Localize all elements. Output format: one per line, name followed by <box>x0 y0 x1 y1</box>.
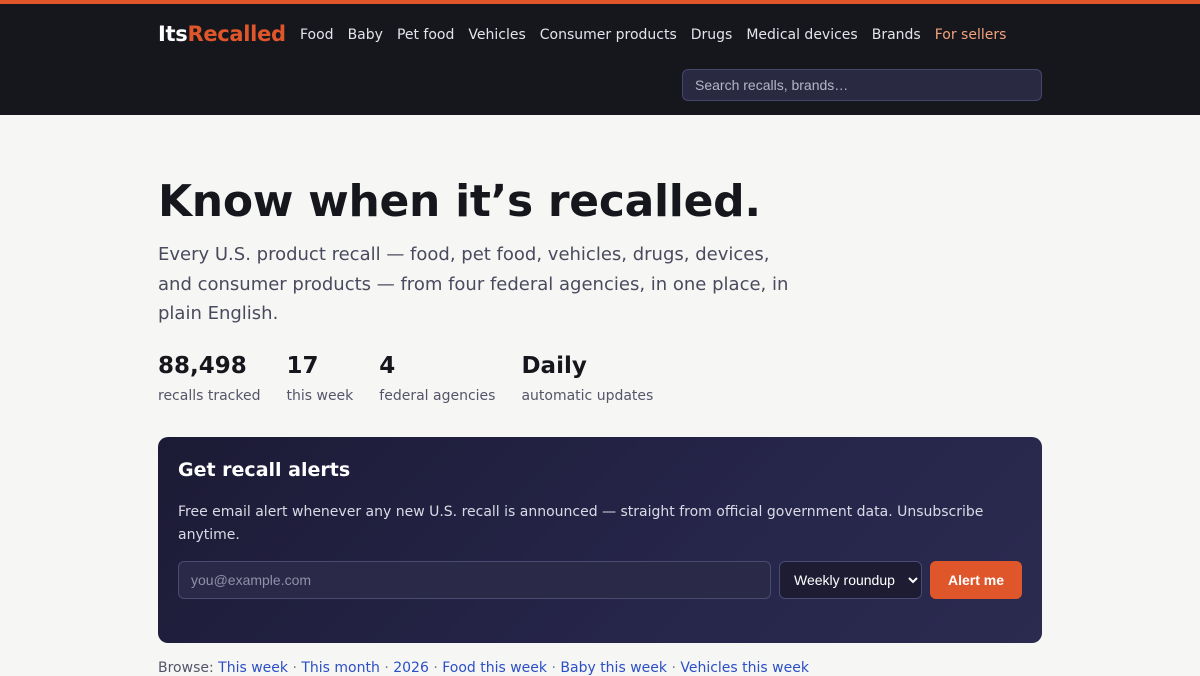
separator: · <box>551 660 556 676</box>
nav-brands[interactable]: Brands <box>872 27 921 43</box>
browse-links: Browse: This week · This month · 2026 · … <box>158 660 809 676</box>
alert-signup-form: Weekly roundup Alert me <box>178 561 1022 599</box>
stat-value: 4 <box>379 353 396 379</box>
brand-part-recalled: Recalled <box>187 22 286 46</box>
browse-this-month[interactable]: This month <box>301 660 380 676</box>
stats-row: 88,498 recalls tracked 17 this week 4 fe… <box>158 350 679 404</box>
frequency-select[interactable]: Weekly roundup <box>779 561 922 599</box>
browse-this-week[interactable]: This week <box>218 660 288 676</box>
browse-prefix: Browse: <box>158 660 214 676</box>
stat-value: 88,498 <box>158 353 247 379</box>
stat-label: federal agencies <box>379 388 496 404</box>
page-headline: Know when it’s recalled. <box>158 176 761 227</box>
stat-label: automatic updates <box>521 388 654 404</box>
alerts-description: Free email alert whenever any new U.S. r… <box>178 504 984 543</box>
stat-value: 17 <box>286 353 319 379</box>
stat-recalls-tracked: 88,498 recalls tracked <box>158 350 261 404</box>
nav-pet-food[interactable]: Pet food <box>397 27 454 43</box>
browse-year[interactable]: 2026 <box>393 660 429 676</box>
search-input[interactable] <box>682 69 1042 101</box>
browse-baby-this-week[interactable]: Baby this week <box>560 660 667 676</box>
stat-this-week: 17 this week <box>287 350 354 404</box>
nav-food[interactable]: Food <box>300 27 334 43</box>
page-subtitle: Every U.S. product recall — food, pet fo… <box>158 244 789 324</box>
nav-baby[interactable]: Baby <box>348 27 383 43</box>
separator: · <box>433 660 438 676</box>
nav-consumer-products[interactable]: Consumer products <box>540 27 677 43</box>
nav-vehicles[interactable]: Vehicles <box>468 27 525 43</box>
nav-medical-devices[interactable]: Medical devices <box>746 27 857 43</box>
nav-for-sellers[interactable]: For sellers <box>935 27 1007 43</box>
separator: · <box>292 660 297 676</box>
nav-drugs[interactable]: Drugs <box>691 27 733 43</box>
alert-me-button[interactable]: Alert me <box>930 561 1022 599</box>
recall-alerts-panel: Get recall alerts Free email alert whene… <box>158 437 1042 643</box>
stat-value: Daily <box>521 353 587 379</box>
email-field[interactable] <box>178 561 771 599</box>
browse-food-this-week[interactable]: Food this week <box>442 660 547 676</box>
main-nav: Food Baby Pet food Vehicles Consumer pro… <box>300 27 1020 43</box>
stat-updates: Daily automatic updates <box>521 350 653 404</box>
stat-federal-agencies: 4 federal agencies <box>379 350 495 404</box>
separator: · <box>384 660 389 676</box>
alerts-title: Get recall alerts <box>178 459 351 481</box>
separator: · <box>671 660 676 676</box>
top-header: ItsRecalled Food Baby Pet food Vehicles … <box>0 0 1200 115</box>
browse-vehicles-this-week[interactable]: Vehicles this week <box>680 660 809 676</box>
stat-label: recalls tracked <box>158 388 261 404</box>
brand-logo[interactable]: ItsRecalled <box>158 22 286 46</box>
brand-part-its: Its <box>158 22 188 46</box>
stat-label: this week <box>286 388 354 404</box>
